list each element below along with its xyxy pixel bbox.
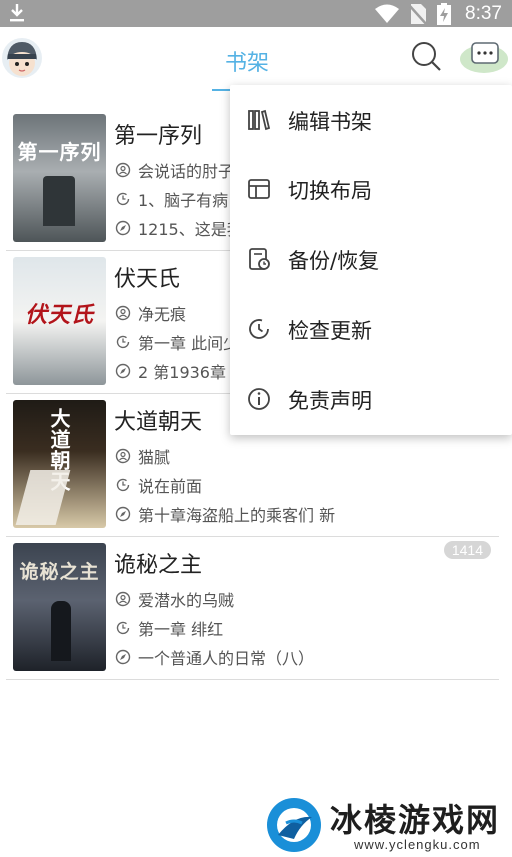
- book-cover: 诡秘之主: [13, 543, 106, 671]
- info-icon: [248, 388, 270, 410]
- book-title: 诡秘之主: [114, 553, 203, 578]
- latest-chapter: 一个普通人的日常（八）: [138, 649, 315, 668]
- status-time: 8:37: [465, 2, 502, 24]
- cover-title: 第一序列: [17, 140, 102, 164]
- author-name: 净无痕: [138, 305, 187, 324]
- bookshelf-icon: [248, 109, 271, 131]
- battery-charging-icon: [437, 2, 452, 25]
- tab-bookshelf[interactable]: 书架: [225, 45, 269, 77]
- menu-item-label: 切换布局: [288, 179, 372, 203]
- no-sim-icon: [409, 3, 428, 25]
- latest-chapter: 第十章海盗船上的乘客们 新: [138, 506, 336, 525]
- clock-icon: [116, 192, 130, 206]
- avatar[interactable]: [2, 38, 42, 78]
- latest-chapter: 1215、这是我: [138, 220, 243, 239]
- clock-icon: [116, 478, 130, 492]
- watermark-url: www.yclengku.com: [354, 837, 481, 852]
- update-icon: [249, 319, 269, 339]
- search-icon[interactable]: [410, 40, 442, 72]
- book-item[interactable]: 诡秘之主 诡秘之主 1414 爱潜水的乌贼 第一章 绯红 一个普通人的日常（八）: [6, 537, 499, 680]
- top-bar: 书架: [0, 27, 512, 92]
- layout-icon: [248, 179, 270, 199]
- watermark-text: 冰棱游戏网: [330, 801, 501, 839]
- menu-item-label: 检查更新: [288, 319, 372, 343]
- compass-icon: [115, 649, 131, 665]
- book-title: 大道朝天: [114, 410, 203, 435]
- book-last-read: 说在前面: [114, 473, 202, 497]
- last-read-chapter: 说在前面: [138, 477, 203, 496]
- status-bar: 8:37: [0, 0, 512, 27]
- menu-item-edit-shelf[interactable]: 编辑书架: [230, 85, 512, 154]
- last-read-chapter: 第一章 绯红: [138, 620, 224, 639]
- clock-icon: [116, 621, 130, 635]
- avatar-image: [2, 38, 42, 78]
- book-author: 爱潜水的乌贼: [114, 587, 234, 611]
- unread-count-badge: 1414: [443, 541, 491, 559]
- book-title: 伏天氏: [114, 267, 181, 292]
- author-name: 猫腻: [138, 448, 171, 467]
- author-name: 会说话的肘子: [138, 162, 235, 181]
- book-title: 第一序列: [114, 124, 203, 149]
- watermark-logo: [267, 798, 321, 852]
- book-last-read: 第一章 绯红: [114, 616, 223, 640]
- author-name: 爱潜水的乌贼: [138, 591, 235, 610]
- wifi-icon: [375, 4, 400, 23]
- book-author: 会说话的肘子: [114, 158, 234, 182]
- book-latest: 1215、这是我: [114, 216, 243, 240]
- overflow-menu: 编辑书架 切换布局 备份/恢复 检查更新 免责声明: [230, 85, 512, 435]
- menu-item-label: 编辑书架: [288, 110, 372, 134]
- book-latest: 第十章海盗船上的乘客们 新: [114, 502, 335, 526]
- book-author: 净无痕: [114, 301, 186, 325]
- book-cover: 伏天氏: [13, 257, 106, 385]
- download-icon: [10, 4, 24, 22]
- menu-item-disclaimer[interactable]: 免责声明: [230, 364, 512, 433]
- menu-item-check-update[interactable]: 检查更新: [230, 294, 512, 363]
- author-icon: [115, 448, 131, 464]
- book-last-read: 1、脑子有病: [114, 187, 228, 211]
- watermark: 冰棱游戏网 www.yclengku.com: [262, 795, 512, 857]
- menu-item-label: 免责声明: [288, 389, 372, 413]
- clock-icon: [116, 335, 130, 349]
- author-icon: [115, 162, 131, 178]
- tab-indicator: [212, 89, 232, 91]
- book-cover: 大道朝天: [13, 400, 106, 528]
- book-latest: 一个普通人的日常（八）: [114, 645, 314, 669]
- book-cover: 第一序列: [13, 114, 106, 242]
- compass-icon: [115, 363, 131, 379]
- cover-title: 伏天氏: [24, 302, 94, 328]
- last-read-chapter: 1、脑子有病: [138, 191, 229, 210]
- author-icon: [115, 305, 131, 321]
- compass-icon: [115, 506, 131, 522]
- cover-title: 诡秘之主: [19, 561, 100, 583]
- book-author: 猫腻: [114, 444, 170, 468]
- menu-item-backup-restore[interactable]: 备份/恢复: [230, 224, 512, 293]
- compass-icon: [115, 220, 131, 236]
- menu-item-switch-layout[interactable]: 切换布局: [230, 154, 512, 223]
- menu-item-label: 备份/恢复: [288, 249, 380, 273]
- book-latest: 2 第1936章 局: [114, 359, 247, 383]
- backup-icon: [249, 248, 270, 270]
- author-icon: [115, 591, 131, 607]
- more-menu-icon[interactable]: [460, 37, 510, 77]
